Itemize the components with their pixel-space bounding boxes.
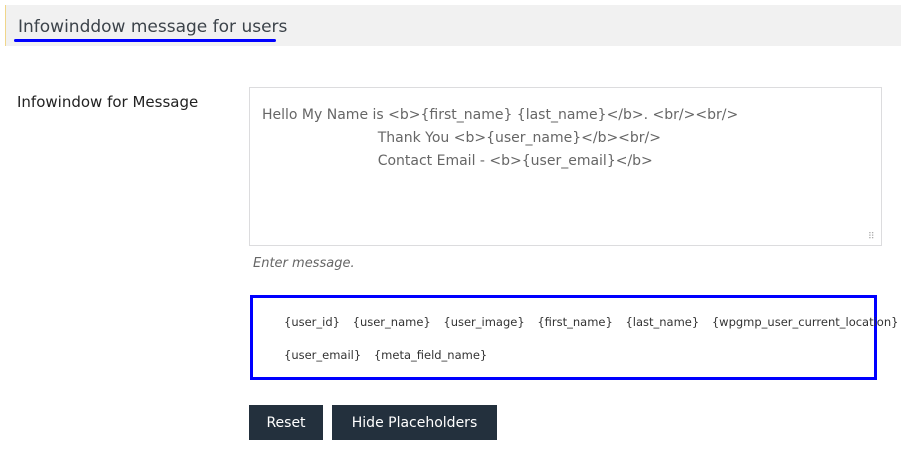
placeholder-first-name[interactable]: {first_name} bbox=[537, 315, 612, 329]
placeholder-user-id[interactable]: {user_id} bbox=[284, 315, 340, 329]
placeholders-panel: {user_id} {user_name} {user_image} {firs… bbox=[250, 295, 898, 381]
title-underline-annotation bbox=[14, 39, 276, 42]
section-title: Infowinddow message for users bbox=[18, 17, 288, 37]
placeholder-meta-field-name[interactable]: {meta_field_name} bbox=[374, 348, 487, 362]
placeholder-user-image[interactable]: {user_image} bbox=[443, 315, 524, 329]
hide-placeholders-button[interactable]: Hide Placeholders bbox=[332, 405, 497, 440]
field-hint: Enter message. bbox=[253, 256, 355, 271]
placeholder-user-email[interactable]: {user_email} bbox=[284, 348, 361, 362]
placeholder-last-name[interactable]: {last_name} bbox=[625, 315, 699, 329]
placeholder-row-2: {user_email} {meta_field_name} bbox=[284, 348, 874, 381]
message-field-label: Infowindow for Message bbox=[17, 93, 199, 111]
placeholder-user-name[interactable]: {user_name} bbox=[353, 315, 431, 329]
placeholder-current-location[interactable]: {wpgmp_user_current_location} bbox=[712, 315, 899, 329]
section-header: Infowinddow message for users bbox=[5, 5, 901, 46]
resize-grip-icon[interactable]: ⠿ bbox=[868, 233, 875, 242]
reset-button[interactable]: Reset bbox=[249, 405, 323, 440]
placeholder-row-1: {user_id} {user_name} {user_image} {firs… bbox=[284, 315, 898, 348]
message-textarea[interactable] bbox=[249, 87, 882, 246]
